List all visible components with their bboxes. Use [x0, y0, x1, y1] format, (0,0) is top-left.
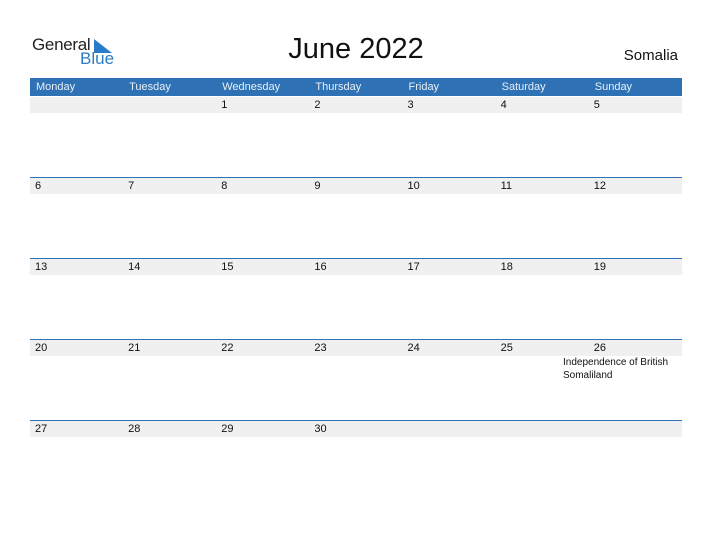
day-cell: 2	[314, 99, 321, 111]
day-cell: 4	[500, 99, 507, 111]
weekday-wednesday: Wednesday	[222, 81, 281, 93]
week-row: 6 7 8 9 10 11 12	[30, 177, 682, 194]
weekday-header: Monday Tuesday Wednesday Thursday Friday…	[30, 78, 682, 96]
week-row: 27 28 29 30	[30, 420, 682, 437]
day-cell	[496, 421, 589, 437]
day-cell: 13	[35, 261, 48, 273]
day-cell: 28	[128, 423, 141, 435]
week-row: 13 14 15 16 17 18 19	[30, 258, 682, 275]
country-label: Somalia	[623, 47, 678, 64]
day-cell: 3	[407, 99, 414, 111]
weekday-friday: Friday	[408, 81, 440, 93]
day-cell: 9	[314, 180, 321, 192]
day-cell	[123, 97, 216, 113]
day-cell: 19	[593, 261, 606, 273]
weekday-saturday: Saturday	[501, 81, 546, 93]
day-cell: 22	[221, 342, 234, 354]
day-cell: 11	[500, 180, 513, 192]
day-cell: 6	[35, 180, 42, 192]
weekday-thursday: Thursday	[315, 81, 362, 93]
day-cell: 18	[500, 261, 513, 273]
weekday-monday: Monday	[36, 81, 76, 93]
day-cell: 5	[593, 99, 600, 111]
day-cell: 23	[314, 342, 327, 354]
day-cell	[589, 421, 682, 437]
day-cell: 24	[407, 342, 420, 354]
day-cell	[30, 97, 123, 113]
day-cell: 14	[128, 261, 141, 273]
day-cell: 29	[221, 423, 234, 435]
day-cell: 1	[221, 99, 228, 111]
page-title: June 2022	[288, 33, 424, 65]
day-cell	[403, 421, 496, 437]
day-cell: 15	[221, 261, 234, 273]
day-cell: 30	[314, 423, 327, 435]
weekday-sunday: Sunday	[594, 81, 633, 93]
day-cell: 21	[128, 342, 141, 354]
day-cell: 27	[35, 423, 48, 435]
day-cell: 26	[593, 342, 606, 354]
day-cell: 10	[407, 180, 420, 192]
day-cell: 12	[593, 180, 606, 192]
week-row: 1 2 3 4 5	[30, 97, 682, 113]
week-row: 20 21 22 23 24 25 26	[30, 339, 682, 356]
day-cell: 25	[500, 342, 513, 354]
day-cell: 20	[35, 342, 48, 354]
holiday-event: Independence of British Somaliland	[563, 357, 669, 381]
weekday-tuesday: Tuesday	[129, 81, 171, 93]
day-cell: 7	[128, 180, 135, 192]
day-cell: 16	[314, 261, 327, 273]
day-cell: 17	[407, 261, 420, 273]
day-cell: 8	[221, 180, 228, 192]
